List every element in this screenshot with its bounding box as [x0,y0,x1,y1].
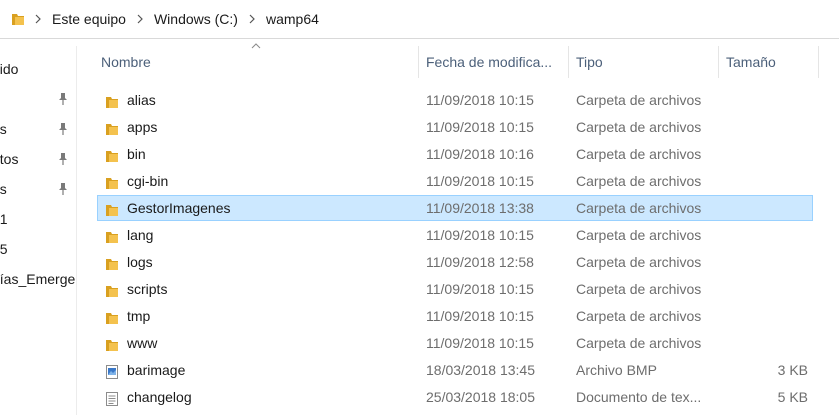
file-type: Carpeta de archivos [576,119,702,135]
breadcrumb-item[interactable]: Este equipo [52,11,126,27]
nav-item-label: pido [0,61,19,77]
file-type: Carpeta de archivos [576,173,702,189]
file-date-modified: 11/09/2018 10:15 [426,173,534,189]
folder-icon [104,93,120,109]
breadcrumb: Este equipo Windows (C:) wamp64 [10,5,319,33]
file-type: Carpeta de archivos [576,200,702,216]
file-name: barimage [127,362,186,378]
breadcrumb-item[interactable]: wamp64 [266,11,319,27]
column-header-size[interactable]: Tamaño [718,46,818,78]
chevron-right-icon[interactable] [130,11,150,27]
file-row[interactable]: apps 11/09/2018 10:15 Carpeta de archivos [97,114,813,140]
nav-item[interactable]: 01 [0,206,76,232]
folder-icon [104,336,120,352]
nav-item-label: gías_Emerge [0,271,76,287]
nav-item[interactable]: pido [0,56,76,82]
nav-item[interactable]: ntos [0,146,76,172]
pin-icon [56,152,70,166]
file-type: Carpeta de archivos [576,146,702,162]
file-type: Carpeta de archivos [576,92,702,108]
file-row[interactable]: cgi-bin 11/09/2018 10:15 Carpeta de archiv… [97,168,813,194]
file-date-modified: 11/09/2018 10:15 [426,308,534,324]
file-name: alias [127,92,156,108]
file-size: 3 KB [777,362,808,378]
file-name: scripts [127,281,168,297]
chevron-right-icon[interactable] [28,11,48,27]
file-type: Carpeta de archivos [576,254,702,270]
bmp-file-icon [104,363,120,379]
nav-item[interactable]: as [0,116,76,142]
folder-icon [10,10,24,28]
file-name: www [127,335,158,351]
file-date-modified: 18/03/2018 13:45 [426,362,535,378]
nav-item[interactable]: o [0,86,76,112]
column-header-name[interactable]: Nombre [93,46,413,78]
breadcrumb-item[interactable]: Windows (C:) [154,11,238,27]
file-row[interactable]: GestorImagenes 11/09/2018 13:38 Carpeta de… [97,195,813,221]
navigation-pane: pidooasntoses0105gías_Emergeo [0,46,77,415]
nav-item-label: es [0,181,7,197]
text-file-icon [104,390,120,406]
file-name: changelog [127,389,192,405]
column-header-date[interactable]: Fecha de modifica... [418,46,568,78]
chevron-right-icon[interactable] [242,11,262,27]
folder-icon [104,120,120,136]
nav-item-label: 01 [0,211,8,227]
column-header: Nombre Fecha de modifica... Tipo Tamaño [77,43,839,78]
nav-item[interactable]: o [0,376,76,402]
file-date-modified: 11/09/2018 12:58 [426,254,534,270]
file-date-modified: 11/09/2018 10:15 [426,92,534,108]
file-date-modified: 11/09/2018 10:15 [426,119,534,135]
file-size: 5 KB [777,389,808,405]
nav-item[interactable]: 05 [0,236,76,262]
folder-icon [104,282,120,298]
folder-icon [104,255,120,271]
file-date-modified: 11/09/2018 10:15 [426,227,534,243]
file-type: Archivo BMP [576,362,657,378]
file-name: lang [127,227,154,243]
file-date-modified: 11/09/2018 10:16 [426,146,534,162]
file-type: Carpeta de archivos [576,308,702,324]
file-date-modified: 11/09/2018 13:38 [426,200,534,216]
file-row[interactable]: www 11/09/2018 10:15 Carpeta de archivos [97,330,813,356]
file-row[interactable]: barimage 18/03/2018 13:45 Archivo BMP 3 KB [97,357,813,383]
file-row[interactable]: changelog 25/03/2018 18:05 Documento de te… [97,384,813,410]
file-name: tmp [127,308,151,324]
nav-item-label: as [0,121,7,137]
address-bar[interactable]: Este equipo Windows (C:) wamp64 [0,0,839,39]
column-divider[interactable] [818,46,819,78]
file-type: Carpeta de archivos [576,227,702,243]
column-header-type[interactable]: Tipo [568,46,718,78]
pin-icon [56,92,70,106]
file-row[interactable]: alias 11/09/2018 10:15 Carpeta de archivos [97,87,813,113]
file-date-modified: 11/09/2018 10:15 [426,281,534,297]
file-row[interactable]: logs 11/09/2018 12:58 Carpeta de archivos [97,249,813,275]
file-row[interactable]: scripts 11/09/2018 10:15 Carpeta de archiv… [97,276,813,302]
nav-item-label: ntos [0,151,19,167]
file-name: apps [127,119,158,135]
file-list: alias 11/09/2018 10:15 Carpeta de archivos… [77,87,839,415]
nav-item[interactable]: gías_Emerge [0,266,76,292]
file-name: logs [127,254,153,270]
nav-item[interactable]: es [0,176,76,202]
file-row[interactable]: lang 11/09/2018 10:15 Carpeta de archivos [97,222,813,248]
folder-icon [104,174,120,190]
folder-icon [104,147,120,163]
file-date-modified: 25/03/2018 18:05 [426,389,535,405]
folder-icon [104,309,120,325]
file-name: GestorImagenes [127,200,231,216]
file-row[interactable]: tmp 11/09/2018 10:15 Carpeta de archivos [97,303,813,329]
file-date-modified: 11/09/2018 10:15 [426,335,534,351]
pin-icon [56,122,70,136]
file-type: Carpeta de archivos [576,281,702,297]
file-name: bin [127,146,146,162]
folder-icon [104,201,120,217]
nav-item-label: 05 [0,241,8,257]
file-name: cgi-bin [127,173,169,189]
pin-icon [56,182,70,196]
folder-icon [104,228,120,244]
file-type: Carpeta de archivos [576,335,702,351]
file-type: Documento de tex... [576,389,702,405]
file-row[interactable]: bin 11/09/2018 10:16 Carpeta de archivos [97,141,813,167]
